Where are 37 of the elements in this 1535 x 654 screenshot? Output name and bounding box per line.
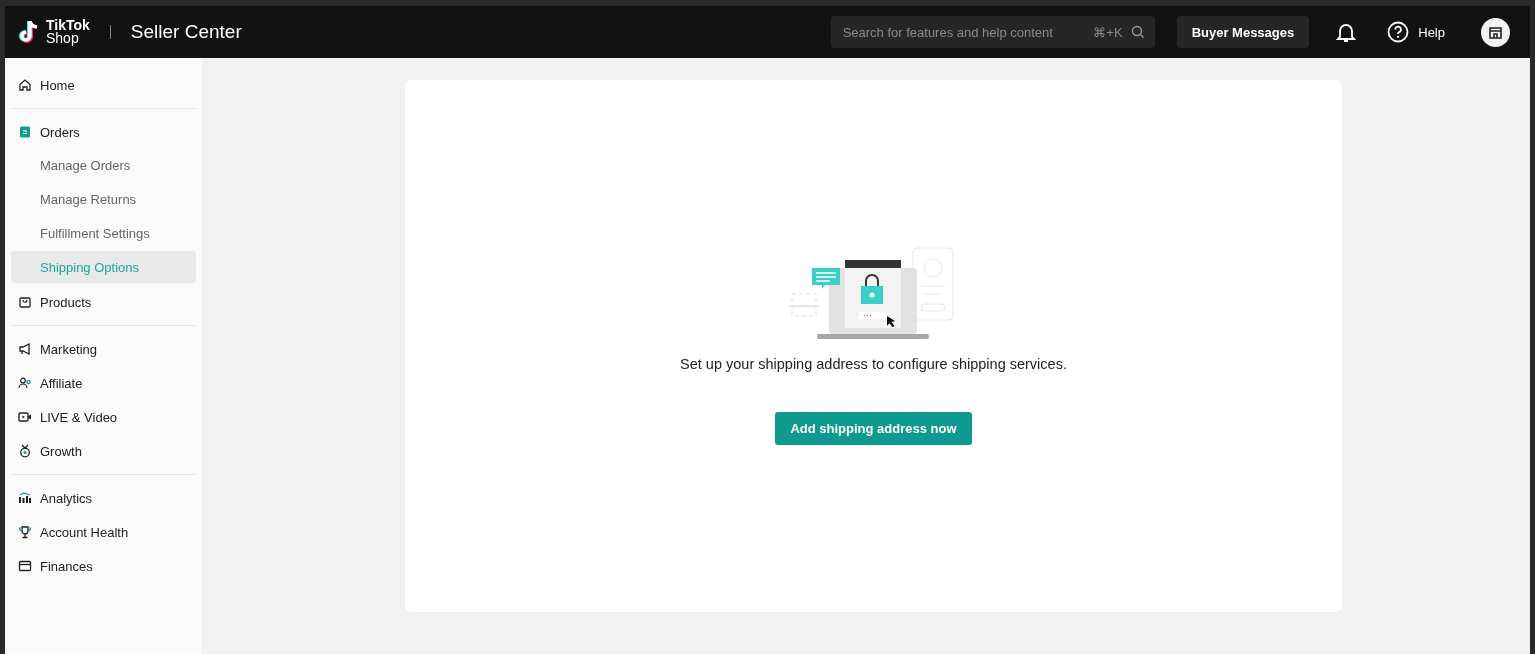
search-bar[interactable]: Search for features and help content ⌘+K <box>830 16 1155 48</box>
nav-item[interactable]: Finances <box>11 549 196 583</box>
nav-item[interactable]: Account Health <box>11 515 196 549</box>
live-icon <box>18 410 32 424</box>
finances-icon <box>18 559 32 573</box>
affiliate-icon <box>18 376 32 390</box>
nav-item[interactable]: Orders <box>11 115 196 149</box>
nav-item[interactable]: Affiliate <box>11 366 196 400</box>
search-icon <box>1130 25 1145 39</box>
orders-icon <box>18 125 32 139</box>
nav-subitem[interactable]: Fulfillment Settings <box>11 217 196 249</box>
trophy-icon <box>18 525 32 539</box>
home-icon <box>18 78 32 92</box>
logo-icon <box>18 19 40 45</box>
growth-icon <box>18 444 32 458</box>
notification-bell-icon[interactable] <box>1335 21 1358 43</box>
nav-subitem[interactable]: Manage Orders <box>11 149 196 181</box>
nav-item[interactable]: LIVE & Video <box>11 400 196 434</box>
products-icon <box>18 295 32 309</box>
empty-state-message: Set up your shipping address to configure shipping services. <box>680 356 1067 372</box>
help-icon[interactable] <box>1387 21 1410 43</box>
help-link[interactable]: Help <box>1418 24 1445 40</box>
logo-text: Shop <box>46 32 80 45</box>
buyer-messages-button[interactable]: Buyer Messages <box>1176 16 1310 48</box>
nav-item[interactable]: Growth <box>11 434 196 468</box>
app-title: Seller Center <box>130 21 242 43</box>
shop-avatar-icon[interactable] <box>1481 17 1510 47</box>
logo-text: TikTok <box>46 19 90 32</box>
nav-item[interactable]: Marketing <box>11 332 196 366</box>
shortcut-hint: ⌘+K <box>1093 24 1123 40</box>
search-field[interactable]: Search for features and help content <box>840 23 1086 41</box>
nav-subitem[interactable]: Manage Returns <box>11 183 196 215</box>
nav-item[interactable]: Products <box>11 285 196 319</box>
nav-item[interactable]: Home <box>11 68 196 102</box>
nav-item[interactable]: Analytics <box>11 481 196 515</box>
marketing-icon <box>18 342 32 356</box>
analytics-icon <box>18 491 32 505</box>
